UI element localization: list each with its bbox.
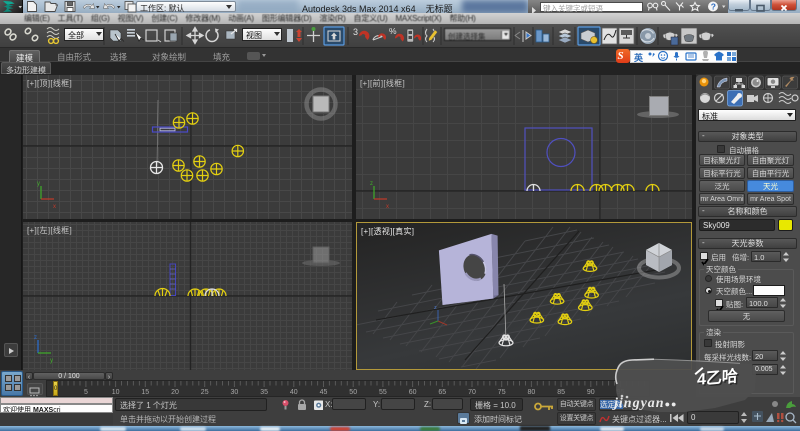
svg-text:y: y [50,358,53,364]
svg-text:85: 85 [557,389,565,396]
svg-text:y: y [37,181,40,187]
svg-text:?: ? [711,2,716,12]
svg-text:65: 65 [438,389,446,396]
svg-text:30: 30 [231,389,239,396]
svg-text:90: 90 [587,389,595,396]
svg-text:80: 80 [528,389,536,396]
svg-text:z: z [434,305,437,311]
svg-text:70: 70 [468,389,476,396]
svg-text:3: 3 [353,27,358,37]
svg-text:50: 50 [349,389,357,396]
svg-text:5: 5 [84,389,88,396]
svg-text:20: 20 [171,389,179,396]
svg-text:60: 60 [409,389,417,396]
svg-text:z: z [370,181,373,187]
svg-text:45: 45 [320,389,328,396]
svg-text:x: x [386,204,389,210]
svg-text:40: 40 [290,389,298,396]
svg-text:75: 75 [498,389,506,396]
svg-text:10: 10 [112,389,120,396]
svg-text:x: x [53,204,56,210]
svg-text:z: z [34,335,37,341]
svg-text:35: 35 [260,389,268,396]
svg-text:55: 55 [379,389,387,396]
svg-text:15: 15 [141,389,149,396]
svg-text:25: 25 [201,389,209,396]
svg-text:%: % [389,26,397,36]
